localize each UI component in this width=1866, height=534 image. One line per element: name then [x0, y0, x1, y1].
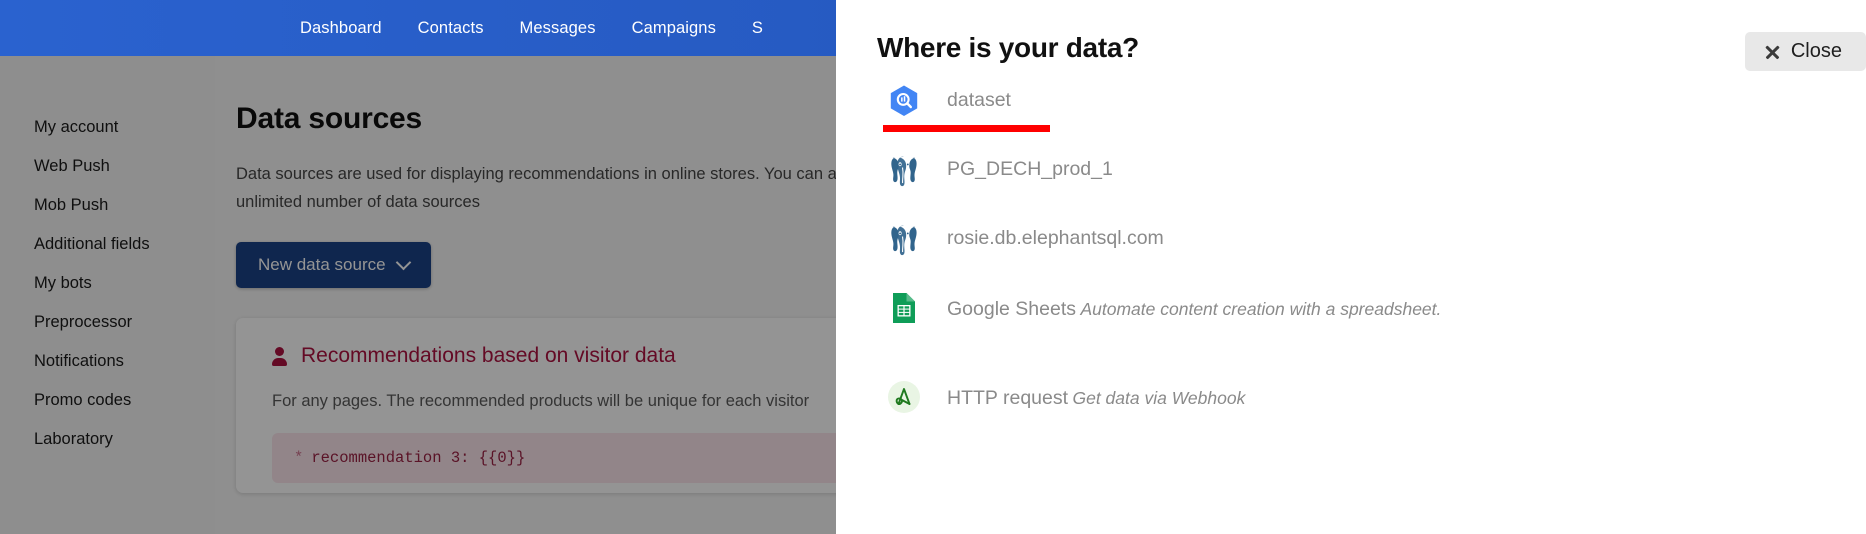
sidebar-item-my-bots[interactable]: My bots — [0, 264, 215, 303]
nav-item-campaigns[interactable]: Campaigns — [632, 19, 716, 38]
data-source-text: PG_DECH_prod_1 — [947, 149, 1113, 182]
sidebar-item-my-account[interactable]: My account — [0, 108, 215, 147]
sidebar-item-laboratory[interactable]: Laboratory — [0, 420, 215, 459]
nav-item-contacts[interactable]: Contacts — [418, 19, 484, 38]
person-icon — [272, 346, 287, 366]
sidebar-item-web-push[interactable]: Web Push — [0, 147, 215, 186]
screen: Dashboard Contacts Messages Campaigns S … — [0, 0, 1866, 534]
close-icon — [1765, 45, 1779, 59]
nav-item-partial[interactable]: S — [752, 19, 763, 38]
data-source-text: HTTP request Get data via Webhook — [947, 376, 1245, 413]
bigquery-icon — [883, 80, 925, 122]
google-sheets-icon — [883, 287, 925, 329]
nav-item-dashboard[interactable]: Dashboard — [300, 19, 382, 38]
postgresql-icon — [883, 218, 925, 260]
close-button-label: Close — [1790, 40, 1842, 62]
nav-item-messages[interactable]: Messages — [520, 19, 596, 38]
http-request-icon — [883, 376, 925, 418]
selected-underline — [883, 125, 1050, 132]
sidebar-item-promo-codes[interactable]: Promo codes — [0, 381, 215, 420]
new-data-source-label: New data source — [258, 255, 386, 274]
nav-item-list: Dashboard Contacts Messages Campaigns S — [300, 19, 763, 38]
postgresql-icon — [883, 149, 925, 191]
data-source-option-dataset[interactable]: dataset — [836, 80, 1866, 149]
sidebar-item-notifications[interactable]: Notifications — [0, 342, 215, 381]
data-source-label: Google Sheets — [947, 298, 1077, 320]
close-button[interactable]: Close — [1744, 32, 1866, 71]
sidebar-item-additional-fields[interactable]: Additional fields — [0, 225, 215, 264]
code-text: recommendation 3: {{0}} — [311, 449, 526, 467]
data-source-list: dataset PG_DECH_prod_1 rosie.db.elephant… — [836, 80, 1866, 465]
data-source-option-rosie-db-elephantsql-com[interactable]: rosie.db.elephantsql.com — [836, 218, 1866, 287]
data-source-label: HTTP request — [947, 387, 1069, 409]
data-source-label: PG_DECH_prod_1 — [947, 158, 1113, 180]
page-description: Data sources are used for displaying rec… — [236, 165, 879, 211]
sidebar-item-mob-push[interactable]: Mob Push — [0, 186, 215, 225]
sidebar: My account Web Push Mob Push Additional … — [0, 56, 215, 534]
where-is-your-data-modal: Where is your data? Close dataset PG_DEC… — [836, 0, 1866, 534]
data-source-label: dataset — [947, 89, 1011, 111]
modal-title: Where is your data? — [877, 32, 1139, 63]
code-star: * — [294, 449, 304, 467]
data-source-option-google-sheets[interactable]: Google Sheets Automate content creation … — [836, 287, 1866, 376]
data-source-description: Get data via Webhook — [1072, 388, 1246, 408]
data-source-text: rosie.db.elephantsql.com — [947, 218, 1164, 251]
new-data-source-button[interactable]: New data source — [236, 242, 431, 288]
data-source-option-http-request[interactable]: HTTP request Get data via Webhook — [836, 376, 1866, 465]
data-source-text: Google Sheets Automate content creation … — [947, 287, 1441, 324]
data-source-text: dataset — [947, 80, 1011, 113]
recommendation-card-title: Recommendations based on visitor data — [301, 344, 676, 367]
chevron-down-icon — [395, 254, 411, 270]
data-source-description: Automate content creation with a spreads… — [1080, 299, 1442, 319]
sidebar-item-preprocessor[interactable]: Preprocessor — [0, 303, 215, 342]
data-source-option-pg-dech-prod-1[interactable]: PG_DECH_prod_1 — [836, 149, 1866, 218]
data-source-label: rosie.db.elephantsql.com — [947, 227, 1164, 249]
